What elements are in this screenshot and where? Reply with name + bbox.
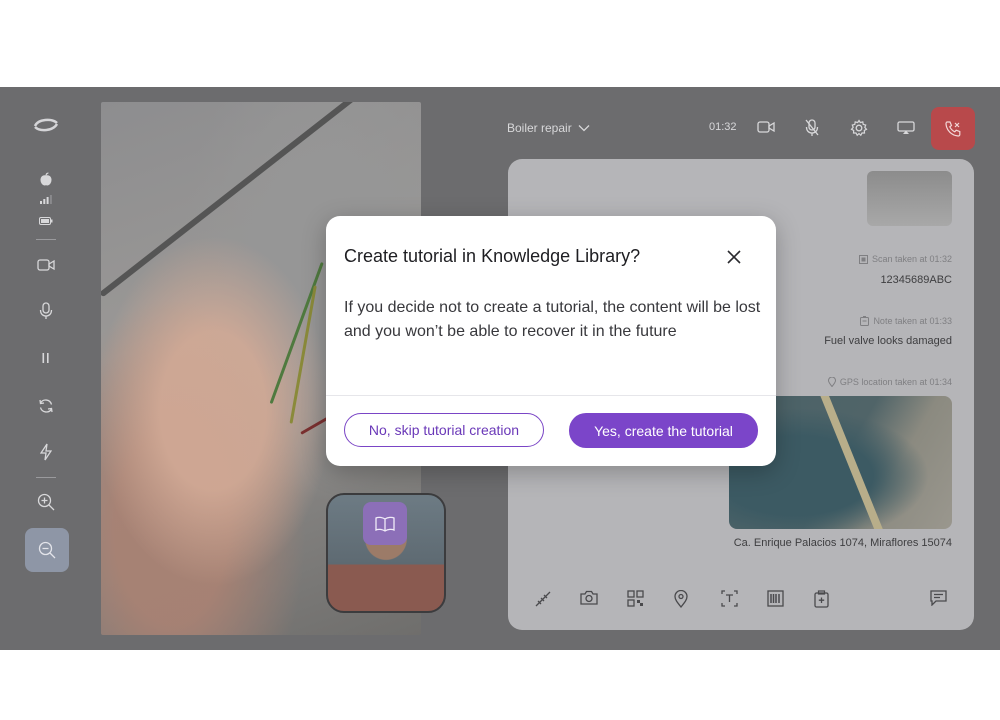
knowledge-library-button[interactable] — [363, 502, 407, 545]
close-icon — [726, 249, 742, 265]
mic-off-icon[interactable] — [805, 119, 819, 137]
gps-meta: GPS location taken at 01:34 — [827, 377, 952, 387]
captured-image-thumbnail[interactable] — [867, 171, 952, 226]
create-tutorial-dialog: Create tutorial in Knowledge Library? If… — [326, 216, 776, 466]
zoom-out-button[interactable] — [25, 528, 69, 572]
note-icon — [860, 316, 870, 326]
signal-icon — [40, 195, 52, 204]
chevron-down-icon — [578, 124, 590, 132]
zoom-in-icon[interactable] — [37, 493, 55, 511]
scan-icon — [858, 254, 868, 264]
note-value: Fuel valve looks damaged — [824, 335, 952, 347]
create-tutorial-button[interactable]: Yes, create the tutorial — [569, 413, 758, 448]
call-timer: 01:32 — [709, 121, 737, 133]
hang-up-phone-icon — [944, 120, 962, 138]
book-icon — [375, 516, 395, 532]
capture-toolbar — [508, 568, 974, 630]
flash-icon[interactable] — [40, 443, 52, 461]
pause-icon[interactable] — [42, 352, 50, 364]
left-rail — [0, 87, 92, 650]
video-toggle-icon[interactable] — [757, 121, 775, 133]
skip-tutorial-button[interactable]: No, skip tutorial creation — [344, 413, 544, 447]
screen-share-icon[interactable] — [897, 121, 915, 135]
barcode-icon[interactable] — [767, 590, 784, 607]
refresh-icon[interactable] — [38, 398, 54, 414]
gps-address: Ca. Enrique Palacios 1074, Miraflores 15… — [733, 537, 952, 549]
end-call-button[interactable] — [931, 107, 975, 150]
microphone-icon[interactable] — [39, 302, 53, 320]
chat-icon[interactable] — [930, 590, 947, 606]
dialog-divider — [326, 395, 776, 396]
scan-value: 12345689ABC — [880, 274, 952, 286]
settings-gear-icon[interactable] — [850, 119, 868, 137]
text-recognition-icon[interactable] — [721, 590, 738, 607]
camera-icon[interactable] — [37, 259, 55, 271]
dialog-message: If you decide not to create a tutorial, … — [344, 299, 761, 340]
scan-meta: Scan taken at 01:32 — [858, 254, 952, 264]
battery-icon — [39, 217, 53, 225]
close-dialog-button[interactable] — [722, 245, 746, 269]
session-title: Boiler repair — [507, 121, 572, 135]
camera-capture-icon[interactable] — [580, 590, 598, 605]
measure-icon[interactable] — [534, 590, 552, 608]
dialog-title: Create tutorial in Knowledge Library? — [344, 246, 641, 266]
clipboard-add-icon[interactable] — [814, 590, 829, 608]
apple-icon — [40, 172, 52, 186]
logo-icon — [32, 117, 60, 133]
location-icon[interactable] — [674, 590, 688, 608]
session-title-dropdown[interactable]: Boiler repair — [507, 121, 590, 135]
qr-scan-icon[interactable] — [627, 590, 644, 607]
note-meta: Note taken at 01:33 — [860, 316, 952, 326]
location-pin-icon — [827, 377, 836, 387]
zoom-out-icon — [38, 541, 56, 559]
